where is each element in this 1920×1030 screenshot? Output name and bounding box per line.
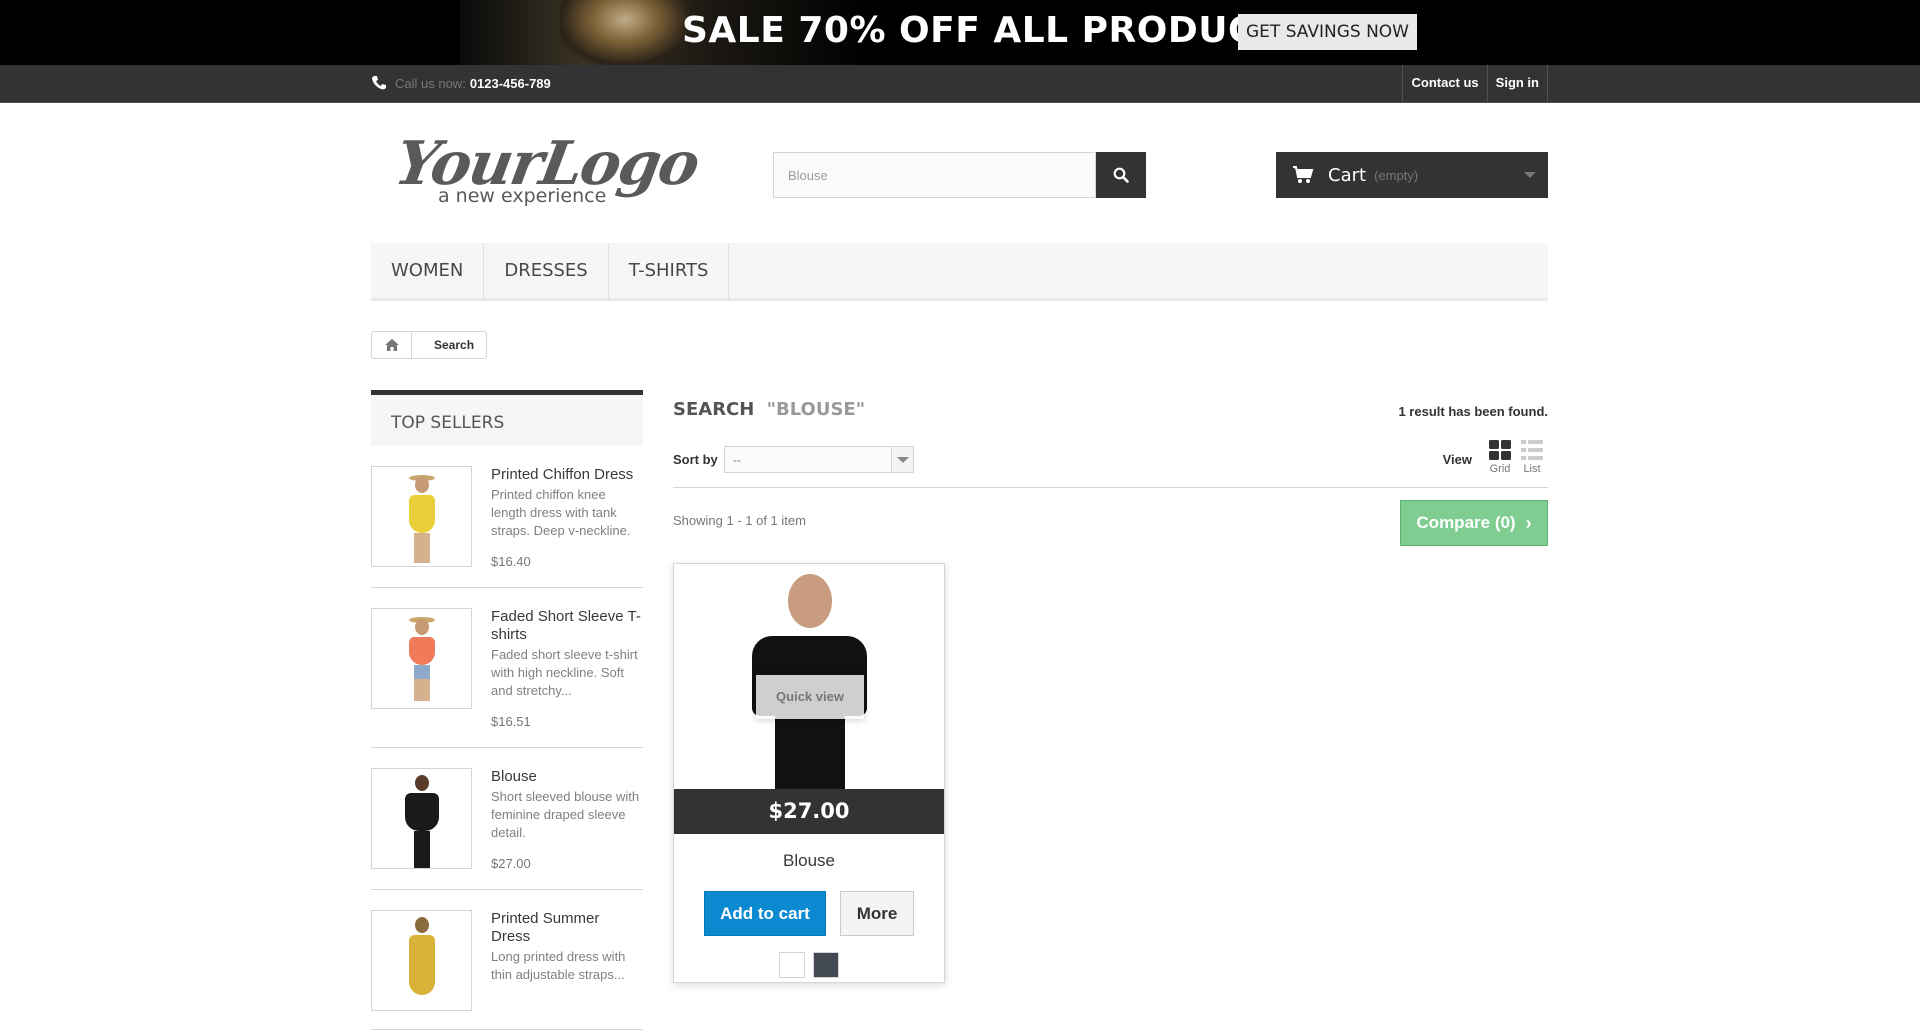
home-link[interactable]: [372, 332, 412, 358]
cart-label: Cart: [1328, 164, 1367, 186]
top-seller-price: $27.00: [491, 856, 531, 871]
cart-status: (empty): [1374, 167, 1419, 183]
search-icon: [1113, 167, 1129, 183]
sort-select[interactable]: --: [724, 446, 914, 473]
list-icon: [1521, 440, 1543, 460]
home-icon: [384, 339, 399, 351]
logo-tagline: a new experience: [438, 185, 607, 207]
view-switcher: View Grid List: [1443, 440, 1548, 475]
grid-icon: [1489, 440, 1511, 460]
pagination-row: Showing 1 - 1 of 1 item Compare (0) ›: [673, 488, 1548, 548]
search-query: "BLOUSE": [766, 399, 866, 420]
contact-us-link[interactable]: Contact us: [1402, 65, 1486, 103]
top-seller-item[interactable]: Faded Short Sleeve T-shirts Faded short …: [371, 588, 643, 748]
menu-item-dresses[interactable]: DRESSES: [484, 243, 609, 298]
header: YourLogo a new experience Cart (empty): [0, 103, 1920, 243]
top-seller-name[interactable]: Printed Chiffon Dress: [491, 466, 641, 484]
breadcrumb: Search: [371, 331, 488, 359]
compare-label: Compare (0): [1416, 513, 1516, 532]
top-seller-price: $16.40: [491, 554, 531, 569]
view-grid-label: Grid: [1489, 463, 1511, 475]
phone-icon: [372, 76, 386, 90]
menu-item-tshirts[interactable]: T-SHIRTS: [609, 243, 730, 298]
chevron-right-icon: ›: [1525, 512, 1532, 533]
sort-bar: Sort by -- View Grid List: [673, 438, 1548, 488]
product-price: $27.00: [674, 789, 944, 834]
top-seller-item[interactable]: Printed Chiffon Dress Printed chiffon kn…: [371, 446, 643, 588]
product-thumbnail[interactable]: [371, 466, 472, 567]
search-results: Search "BLOUSE" 1 result has been found.…: [673, 390, 1548, 983]
menu-item-women[interactable]: WOMEN: [371, 243, 485, 298]
top-seller-price: $16.51: [491, 714, 531, 729]
product-image[interactable]: Quick view: [674, 564, 944, 789]
main-menu: WOMEN DRESSES T-SHIRTS: [371, 243, 1548, 301]
view-list-label: List: [1523, 463, 1541, 475]
chevron-down-icon: [891, 447, 913, 472]
get-savings-button[interactable]: GET SAVINGS NOW: [1238, 14, 1417, 50]
chevron-down-icon: [1524, 172, 1536, 178]
top-seller-item[interactable]: Printed Summer Dress Long printed dress …: [371, 890, 643, 1030]
promo-banner[interactable]: SALE 70% OFF ALL PRODUCTS GET SAVINGS NO…: [0, 0, 1920, 65]
color-swatch-white[interactable]: [779, 952, 805, 978]
product-actions: Add to cart More: [674, 891, 944, 936]
more-button[interactable]: More: [840, 891, 914, 936]
search-bar: [773, 152, 1146, 198]
top-links: Contact us Sign in: [1402, 65, 1548, 103]
showing-count: Showing 1 - 1 of 1 item: [673, 513, 806, 528]
search-input[interactable]: [773, 152, 1096, 198]
phone-number: 0123-456-789: [469, 75, 551, 91]
top-sellers-title: TOP SELLERS: [371, 390, 643, 446]
sort-value: --: [733, 453, 741, 467]
product-name[interactable]: Blouse: [674, 851, 944, 871]
color-swatches: [674, 952, 944, 978]
top-seller-desc: Long printed dress with thin adjustable …: [491, 949, 626, 982]
product-thumbnail[interactable]: [371, 608, 472, 709]
top-seller-name[interactable]: Faded Short Sleeve T-shirts: [491, 608, 641, 644]
add-to-cart-button[interactable]: Add to cart: [704, 891, 826, 936]
top-seller-desc: Short sleeved blouse with feminine drape…: [491, 789, 640, 840]
sort-label: Sort by: [673, 452, 718, 467]
banner-headline: SALE 70% OFF ALL PRODUCTS: [682, 10, 1307, 51]
phone-info: Call us now: 0123-456-789: [371, 75, 551, 91]
view-list-button[interactable]: List: [1516, 440, 1548, 475]
cart-button[interactable]: Cart (empty): [1276, 152, 1548, 198]
store-logo[interactable]: YourLogo a new experience: [390, 129, 703, 219]
quick-view-button[interactable]: Quick view: [756, 675, 864, 719]
top-seller-desc: Printed chiffon knee length dress with t…: [491, 487, 631, 538]
call-label: Call us now:: [395, 75, 466, 91]
top-seller-name[interactable]: Blouse: [491, 768, 641, 786]
result-count: 1 result has been found.: [1398, 404, 1548, 419]
top-sellers-block: TOP SELLERS Printed Chiffon Dress Printe…: [371, 390, 643, 1030]
banner-model-image: [560, 0, 690, 65]
top-nav: Call us now: 0123-456-789 Contact us Sig…: [0, 65, 1920, 103]
search-button[interactable]: [1096, 152, 1146, 198]
view-label: View: [1442, 452, 1472, 467]
page-heading: Search: [673, 399, 755, 420]
top-seller-item[interactable]: Blouse Short sleeved blouse with feminin…: [371, 748, 643, 890]
product-thumbnail[interactable]: [371, 768, 472, 869]
product-thumbnail[interactable]: [371, 910, 472, 1011]
cart-icon: [1293, 166, 1314, 183]
product-card[interactable]: Quick view $27.00 Blouse Add to cart Mor…: [673, 563, 945, 983]
breadcrumb-current: Search: [434, 338, 475, 352]
top-seller-desc: Faded short sleeve t-shirt with high nec…: [491, 647, 638, 698]
sign-in-link[interactable]: Sign in: [1486, 65, 1548, 103]
color-swatch-dark[interactable]: [813, 952, 839, 978]
view-grid-button[interactable]: Grid: [1484, 440, 1516, 475]
compare-button[interactable]: Compare (0) ›: [1400, 500, 1548, 546]
top-seller-name[interactable]: Printed Summer Dress: [491, 910, 641, 946]
